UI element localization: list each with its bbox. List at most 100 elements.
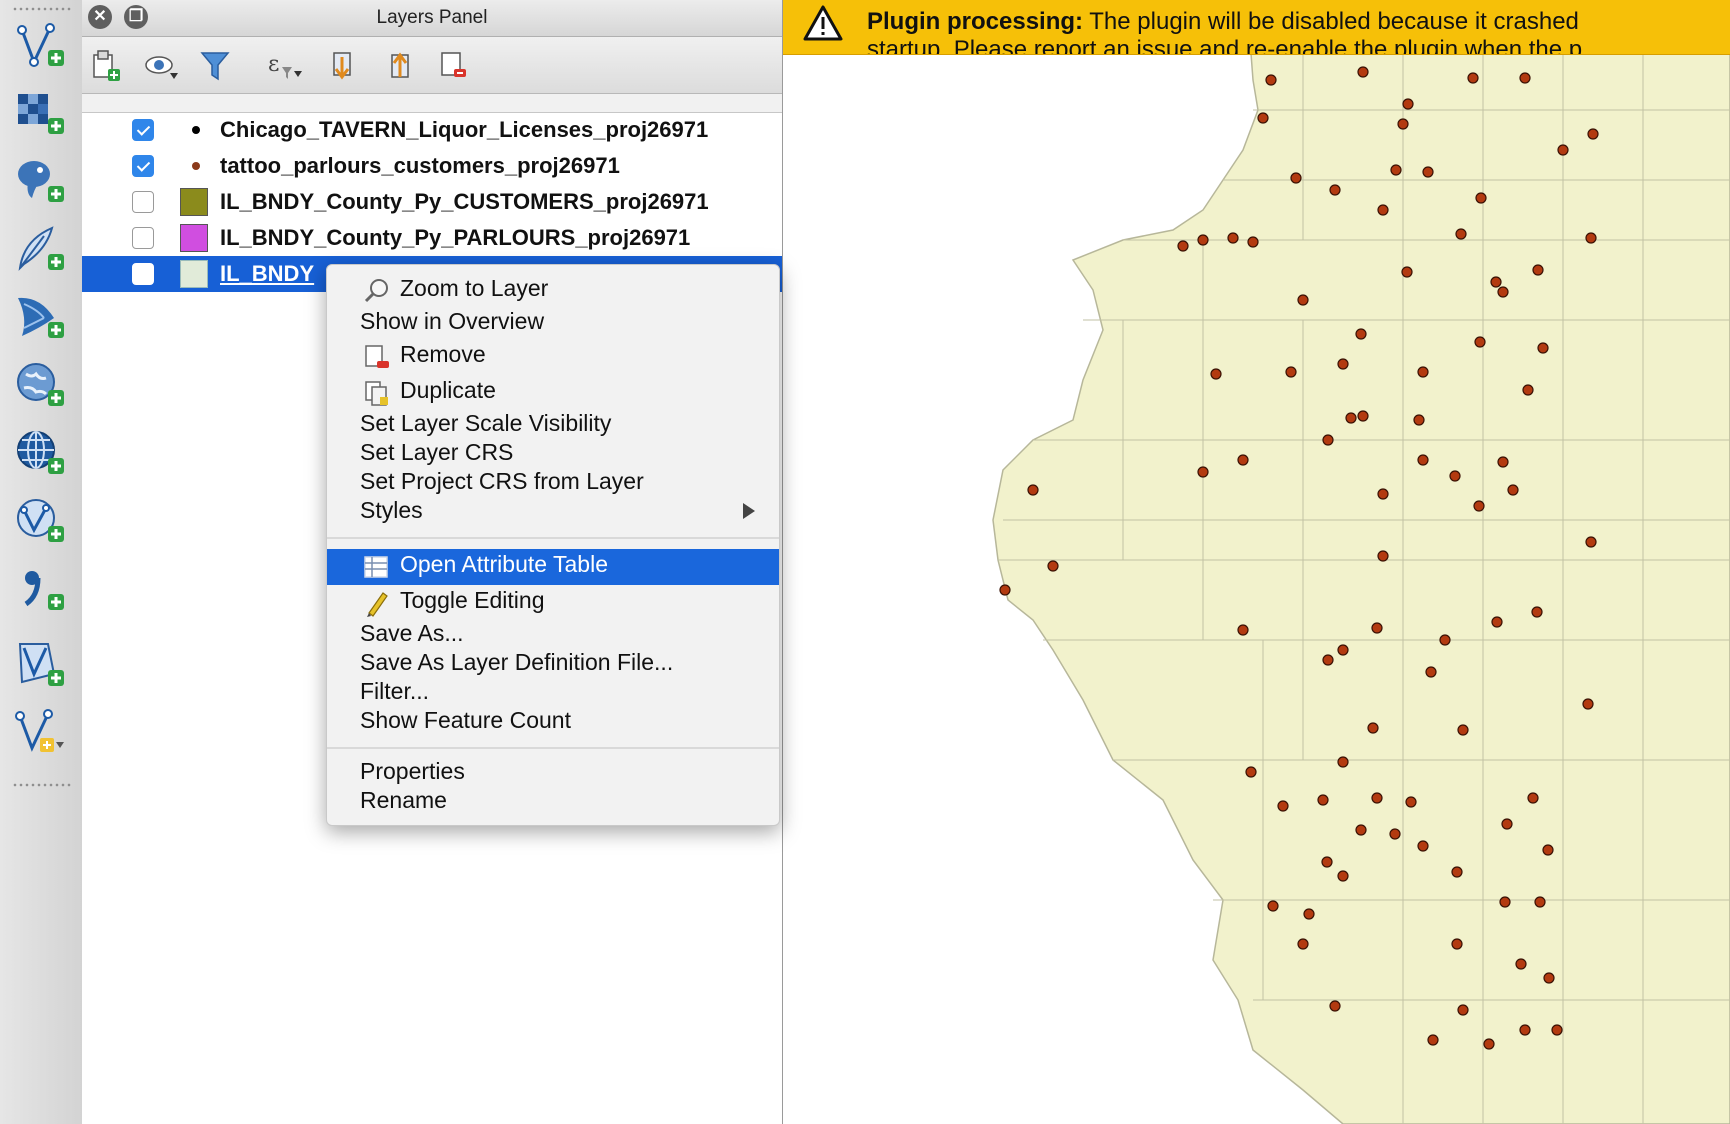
menu-item-label: Rename [360, 787, 447, 813]
manage-visibility-icon [145, 56, 178, 79]
data-source-toolbar [0, 0, 83, 1124]
parlour-point [1519, 1024, 1531, 1036]
menu-item-toggle-editing[interactable]: Toggle Editing [327, 585, 779, 617]
menu-item-show-feature-count[interactable]: Show Feature Count [327, 705, 779, 737]
parlour-point [1497, 456, 1509, 468]
parlour-point [1491, 616, 1503, 628]
parlour-point [999, 584, 1011, 596]
parlour-point [1451, 866, 1463, 878]
menu-item-label: Set Layer Scale Visibility [360, 410, 612, 436]
add-oracle-layer-button[interactable] [14, 560, 70, 618]
add-virtual-layer-icon [18, 643, 64, 686]
menu-item-properties[interactable]: Properties [327, 756, 779, 788]
manage-visibility-button[interactable] [142, 49, 180, 83]
layer-visibility-checkbox[interactable] [132, 119, 154, 141]
menu-item-open-attribute-table[interactable]: Open Attribute Table [327, 549, 779, 585]
parlour-point [1402, 98, 1414, 110]
parlour-point [1475, 192, 1487, 204]
parlour-point [1371, 622, 1383, 634]
message-body: The plugin will be disabled because it c… [1089, 8, 1579, 35]
expand-all-button[interactable] [328, 49, 366, 83]
parlour-point [1499, 896, 1511, 908]
parlour-point [1322, 434, 1334, 446]
layer-row[interactable]: Chicago_TAVERN_Liquor_Licenses_proj26971 [82, 112, 782, 148]
layer-visibility-checkbox[interactable] [132, 227, 154, 249]
new-layer-menu-button[interactable] [14, 704, 70, 762]
remove-icon [365, 345, 389, 368]
parlour-point [1237, 454, 1249, 466]
layers-toolbar: ε [82, 37, 782, 94]
layer-row[interactable]: tattoo_parlours_customers_proj26971 [82, 148, 782, 184]
parlour-point [1337, 756, 1349, 768]
parlour-point [1367, 722, 1379, 734]
add-delimited-text-layer-button[interactable] [14, 16, 70, 74]
parlour-point [1297, 938, 1309, 950]
filter-by-expression-icon: ε [268, 52, 302, 79]
layer-visibility-checkbox[interactable] [132, 155, 154, 177]
layer-name: tattoo_parlours_customers_proj26971 [220, 153, 620, 178]
toolbar-grip[interactable] [12, 782, 72, 788]
menu-item-set-layer-scale-visibility[interactable]: Set Layer Scale Visibility [327, 408, 779, 440]
menu-item-zoom-to-layer[interactable]: Zoom to Layer [327, 273, 779, 305]
add-postgis-layer-button[interactable] [14, 152, 70, 210]
parlour-point [1247, 236, 1259, 248]
add-wcs-layer-button[interactable] [14, 424, 70, 482]
polygon-symbol-icon [180, 224, 208, 252]
parlour-point [1534, 896, 1546, 908]
filter-legend-button[interactable] [196, 49, 234, 83]
add-group-icon [93, 50, 120, 81]
parlour-point [1455, 228, 1467, 240]
layer-visibility-checkbox[interactable] [132, 191, 154, 213]
menu-item-save-as-layer-definition[interactable]: Save As Layer Definition File... [327, 647, 779, 679]
point-symbol-icon [192, 162, 200, 170]
menu-item-remove[interactable]: Remove [327, 339, 779, 371]
message-title: Plugin processing: [867, 8, 1084, 35]
add-group-button[interactable] [88, 49, 126, 83]
parlour-point [1227, 232, 1239, 244]
map-canvas[interactable] [783, 0, 1730, 1124]
menu-item-styles[interactable]: Styles [327, 495, 779, 527]
menu-item-set-layer-crs[interactable]: Set Layer CRS [327, 437, 779, 469]
zoom-to-layer-icon [364, 279, 388, 303]
layer-name: IL_BNDY_County_Py_PARLOURS_proj26971 [220, 225, 691, 250]
menu-item-rename[interactable]: Rename [327, 785, 779, 817]
parlour-point [1177, 240, 1189, 252]
add-raster-layer-button[interactable] [14, 84, 70, 142]
parlour-point [1047, 560, 1059, 572]
parlour-point [1531, 606, 1543, 618]
parlour-point [1377, 550, 1389, 562]
layer-visibility-checkbox[interactable] [132, 263, 154, 285]
parlour-point [1290, 172, 1302, 184]
parlour-point [1417, 454, 1429, 466]
collapse-all-button[interactable] [382, 49, 420, 83]
menu-item-filter[interactable]: Filter... [327, 676, 779, 708]
filter-by-expression-button[interactable]: ε [264, 49, 302, 83]
remove-layer-button[interactable] [436, 49, 474, 83]
add-wms-layer-button[interactable] [14, 356, 70, 414]
parlour-point [1457, 1004, 1469, 1016]
parlour-point [1197, 466, 1209, 478]
parlour-point [1337, 358, 1349, 370]
add-mssql-layer-button[interactable] [14, 288, 70, 346]
menu-item-label: Toggle Editing [400, 587, 545, 613]
layer-row[interactable]: IL_BNDY_County_Py_PARLOURS_proj26971 [82, 220, 782, 256]
menu-item-set-project-crs[interactable]: Set Project CRS from Layer [327, 466, 779, 498]
menu-item-label: Set Layer CRS [360, 439, 514, 465]
parlour-point [1483, 1038, 1495, 1050]
parlour-point [1532, 264, 1544, 276]
parlour-point [1557, 144, 1569, 156]
add-wfs-layer-button[interactable] [14, 492, 70, 550]
parlour-point [1417, 366, 1429, 378]
polygon-symbol-icon [180, 188, 208, 216]
message-text: Plugin processing: The plugin will be di… [867, 8, 1579, 36]
layer-row[interactable]: IL_BNDY_County_Py_CUSTOMERS_proj26971 [82, 184, 782, 220]
menu-item-show-in-overview[interactable]: Show in Overview [327, 306, 779, 338]
parlour-point [1377, 204, 1389, 216]
svg-text:ε: ε [268, 52, 279, 77]
menu-item-duplicate[interactable]: Duplicate [327, 375, 779, 407]
add-spatialite-layer-button[interactable] [14, 220, 70, 278]
menu-item-save-as[interactable]: Save As... [327, 618, 779, 650]
parlour-point [1257, 112, 1269, 124]
add-virtual-layer-button[interactable] [14, 636, 70, 694]
toolbar-grip[interactable] [12, 6, 72, 12]
